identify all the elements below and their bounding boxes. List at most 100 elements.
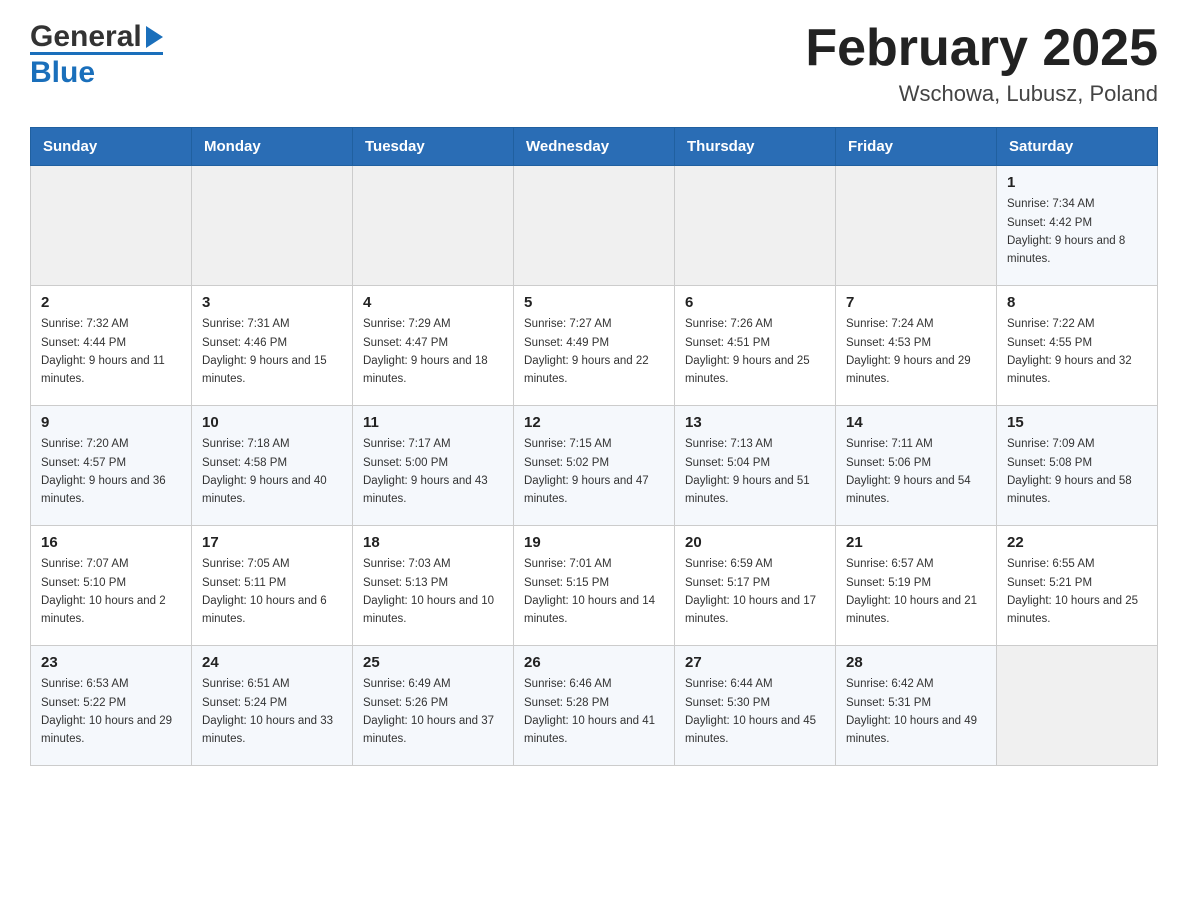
day-info: Sunrise: 7:22 AMSunset: 4:55 PMDaylight:… (1007, 315, 1147, 389)
col-wednesday: Wednesday (514, 128, 675, 166)
day-number: 4 (363, 294, 503, 311)
logo: General Blue (30, 20, 163, 90)
col-tuesday: Tuesday (353, 128, 514, 166)
calendar-week-row: 1 Sunrise: 7:34 AMSunset: 4:42 PMDaylight… (31, 166, 1158, 286)
col-thursday: Thursday (675, 128, 836, 166)
table-row: 13 Sunrise: 7:13 AMSunset: 5:04 PMDayligh… (675, 406, 836, 526)
day-info: Sunrise: 7:17 AMSunset: 5:00 PMDaylight:… (363, 435, 503, 509)
day-number: 13 (685, 414, 825, 431)
page-header: General Blue February 2025 Wschowa, Lubu… (30, 20, 1158, 107)
table-row: 5Sunrise: 7:27 AMSunset: 4:49 PMDaylight… (514, 286, 675, 406)
day-info: Sunrise: 6:46 AMSunset: 5:28 PMDaylight:… (524, 675, 664, 749)
day-number: 1 (1007, 174, 1147, 191)
day-info: Sunrise: 7:05 AMSunset: 5:11 PMDaylight:… (202, 555, 342, 629)
table-row (675, 166, 836, 286)
day-info: Sunrise: 7:26 AMSunset: 4:51 PMDaylight:… (685, 315, 825, 389)
title-section: February 2025 Wschowa, Lubusz, Poland (805, 20, 1158, 107)
day-number: 12 (524, 414, 664, 431)
table-row: 21Sunrise: 6:57 AMSunset: 5:19 PMDayligh… (836, 526, 997, 646)
table-row: 11 Sunrise: 7:17 AMSunset: 5:00 PMDayligh… (353, 406, 514, 526)
day-info: Sunrise: 7:09 AMSunset: 5:08 PMDaylight:… (1007, 435, 1147, 509)
day-info: Sunrise: 7:15 AMSunset: 5:02 PMDaylight:… (524, 435, 664, 509)
day-info: Sunrise: 7:07 AMSunset: 5:10 PMDaylight:… (41, 555, 181, 629)
table-row: 8Sunrise: 7:22 AMSunset: 4:55 PMDaylight… (997, 286, 1158, 406)
day-info: Sunrise: 7:01 AMSunset: 5:15 PMDaylight:… (524, 555, 664, 629)
day-info: Sunrise: 6:53 AMSunset: 5:22 PMDaylight:… (41, 675, 181, 749)
table-row: 23Sunrise: 6:53 AMSunset: 5:22 PMDayligh… (31, 646, 192, 766)
logo-general-text: General (30, 20, 142, 54)
logo-general-row: General (30, 20, 163, 54)
col-monday: Monday (192, 128, 353, 166)
calendar-week-row: 9 Sunrise: 7:20 AMSunset: 4:57 PMDaylight… (31, 406, 1158, 526)
table-row: 25 Sunrise: 6:49 AMSunset: 5:26 PMDayligh… (353, 646, 514, 766)
day-info: Sunrise: 7:20 AMSunset: 4:57 PMDaylight:… (41, 435, 181, 509)
day-info: Sunrise: 7:32 AMSunset: 4:44 PMDaylight:… (41, 315, 181, 389)
table-row: 12 Sunrise: 7:15 AMSunset: 5:02 PMDayligh… (514, 406, 675, 526)
day-info: Sunrise: 6:42 AMSunset: 5:31 PMDaylight:… (846, 675, 986, 749)
table-row: 4Sunrise: 7:29 AMSunset: 4:47 PMDaylight… (353, 286, 514, 406)
table-row (514, 166, 675, 286)
logo-triangle-icon (146, 26, 163, 48)
table-row (997, 646, 1158, 766)
day-number: 25 (363, 654, 503, 671)
calendar-week-row: 16 Sunrise: 7:07 AMSunset: 5:10 PMDayligh… (31, 526, 1158, 646)
day-number: 19 (524, 534, 664, 551)
table-row: 2 Sunrise: 7:32 AMSunset: 4:44 PMDaylight… (31, 286, 192, 406)
day-number: 17 (202, 534, 342, 551)
calendar-week-row: 2 Sunrise: 7:32 AMSunset: 4:44 PMDaylight… (31, 286, 1158, 406)
table-row: 19 Sunrise: 7:01 AMSunset: 5:15 PMDayligh… (514, 526, 675, 646)
table-row: 26Sunrise: 6:46 AMSunset: 5:28 PMDayligh… (514, 646, 675, 766)
day-number: 21 (846, 534, 986, 551)
day-info: Sunrise: 7:31 AMSunset: 4:46 PMDaylight:… (202, 315, 342, 389)
calendar-week-row: 23Sunrise: 6:53 AMSunset: 5:22 PMDayligh… (31, 646, 1158, 766)
table-row: 22 Sunrise: 6:55 AMSunset: 5:21 PMDayligh… (997, 526, 1158, 646)
col-sunday: Sunday (31, 128, 192, 166)
table-row: 28 Sunrise: 6:42 AMSunset: 5:31 PMDayligh… (836, 646, 997, 766)
day-number: 5 (524, 294, 664, 311)
col-saturday: Saturday (997, 128, 1158, 166)
day-number: 16 (41, 534, 181, 551)
calendar-table: Sunday Monday Tuesday Wednesday Thursday… (30, 127, 1158, 766)
day-info: Sunrise: 6:55 AMSunset: 5:21 PMDaylight:… (1007, 555, 1147, 629)
day-info: Sunrise: 6:51 AMSunset: 5:24 PMDaylight:… (202, 675, 342, 749)
table-row: 24Sunrise: 6:51 AMSunset: 5:24 PMDayligh… (192, 646, 353, 766)
day-number: 7 (846, 294, 986, 311)
day-info: Sunrise: 7:11 AMSunset: 5:06 PMDaylight:… (846, 435, 986, 509)
day-number: 3 (202, 294, 342, 311)
table-row: 18 Sunrise: 7:03 AMSunset: 5:13 PMDayligh… (353, 526, 514, 646)
day-number: 18 (363, 534, 503, 551)
location-title: Wschowa, Lubusz, Poland (805, 81, 1158, 107)
calendar-header-row: Sunday Monday Tuesday Wednesday Thursday… (31, 128, 1158, 166)
table-row (192, 166, 353, 286)
day-info: Sunrise: 6:44 AMSunset: 5:30 PMDaylight:… (685, 675, 825, 749)
table-row: 10 Sunrise: 7:18 AMSunset: 4:58 PMDayligh… (192, 406, 353, 526)
day-number: 27 (685, 654, 825, 671)
day-number: 28 (846, 654, 986, 671)
table-row: 1 Sunrise: 7:34 AMSunset: 4:42 PMDaylight… (997, 166, 1158, 286)
day-number: 22 (1007, 534, 1147, 551)
table-row: 7Sunrise: 7:24 AMSunset: 4:53 PMDaylight… (836, 286, 997, 406)
table-row: 20Sunrise: 6:59 AMSunset: 5:17 PMDayligh… (675, 526, 836, 646)
day-number: 2 (41, 294, 181, 311)
day-info: Sunrise: 7:13 AMSunset: 5:04 PMDaylight:… (685, 435, 825, 509)
table-row: 6Sunrise: 7:26 AMSunset: 4:51 PMDaylight… (675, 286, 836, 406)
day-number: 10 (202, 414, 342, 431)
day-info: Sunrise: 6:49 AMSunset: 5:26 PMDaylight:… (363, 675, 503, 749)
day-info: Sunrise: 6:59 AMSunset: 5:17 PMDaylight:… (685, 555, 825, 629)
table-row (31, 166, 192, 286)
table-row: 15 Sunrise: 7:09 AMSunset: 5:08 PMDayligh… (997, 406, 1158, 526)
table-row: 16 Sunrise: 7:07 AMSunset: 5:10 PMDayligh… (31, 526, 192, 646)
day-info: Sunrise: 7:34 AMSunset: 4:42 PMDaylight:… (1007, 195, 1147, 269)
table-row: 17 Sunrise: 7:05 AMSunset: 5:11 PMDayligh… (192, 526, 353, 646)
day-number: 14 (846, 414, 986, 431)
day-info: Sunrise: 7:18 AMSunset: 4:58 PMDaylight:… (202, 435, 342, 509)
table-row: 3 Sunrise: 7:31 AMSunset: 4:46 PMDaylight… (192, 286, 353, 406)
table-row (836, 166, 997, 286)
month-title: February 2025 (805, 20, 1158, 77)
day-number: 9 (41, 414, 181, 431)
day-number: 15 (1007, 414, 1147, 431)
col-friday: Friday (836, 128, 997, 166)
day-number: 11 (363, 414, 503, 431)
day-info: Sunrise: 7:03 AMSunset: 5:13 PMDaylight:… (363, 555, 503, 629)
table-row (353, 166, 514, 286)
